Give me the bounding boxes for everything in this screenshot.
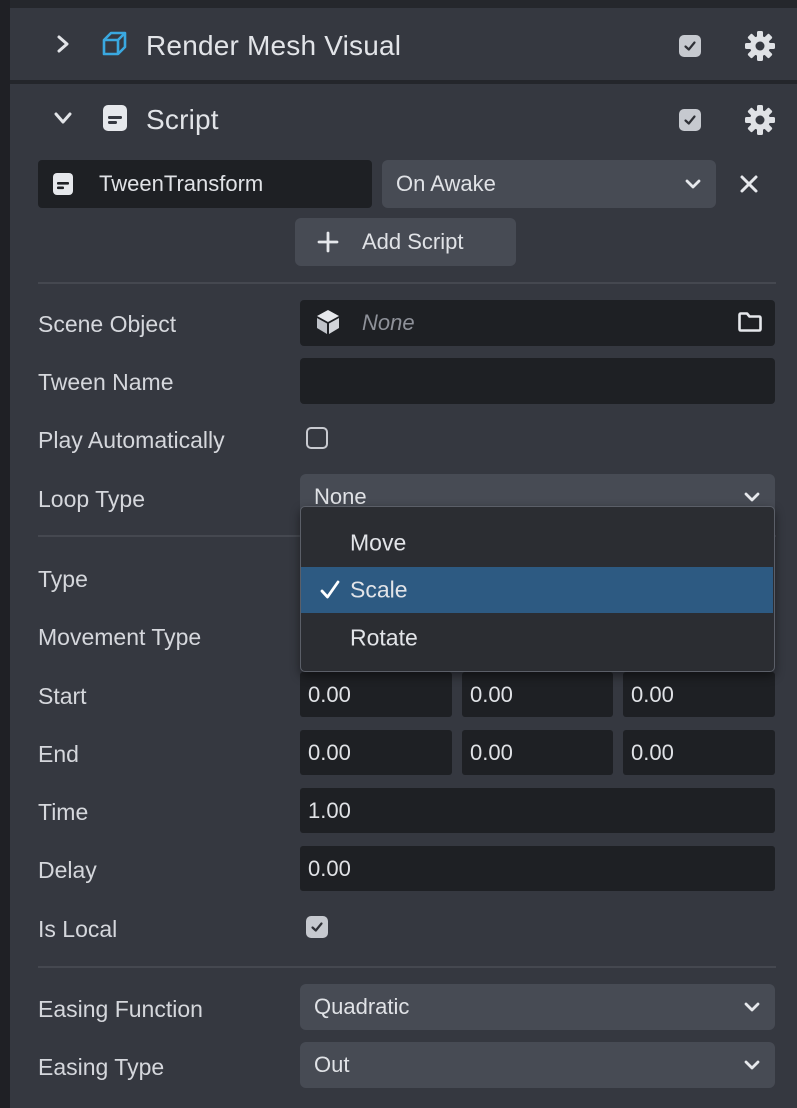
delay-input[interactable]: 0.00: [300, 846, 775, 891]
easing-type-label: Easing Type: [38, 1054, 165, 1080]
end-x-input[interactable]: 0.00: [300, 730, 452, 775]
close-icon[interactable]: [739, 174, 759, 194]
render-mesh-enabled-checkbox[interactable]: [679, 35, 701, 57]
script-event-select[interactable]: On Awake: [382, 160, 716, 208]
folder-icon[interactable]: [737, 311, 763, 333]
delay-label: Delay: [38, 857, 97, 883]
script-component-header[interactable]: Script: [10, 84, 797, 154]
type-option-label: Move: [350, 529, 407, 556]
end-y-value: 0.00: [470, 739, 513, 765]
scene-object-value: None: [362, 310, 415, 335]
checkmark-icon: [684, 41, 696, 51]
mesh-cube-icon: [102, 31, 127, 56]
chevron-down-icon[interactable]: [53, 108, 73, 128]
start-x-value: 0.00: [308, 681, 351, 707]
checkmark-icon: [311, 922, 323, 932]
checkmark-icon: [320, 580, 340, 599]
type-option-label: Rotate: [350, 624, 418, 651]
gear-icon[interactable]: [743, 29, 777, 63]
section-divider: [38, 282, 776, 284]
loop-type-label: Loop Type: [38, 486, 146, 512]
scene-object-label: Scene Object: [38, 311, 177, 337]
script-asset-field[interactable]: TweenTransform: [38, 160, 372, 208]
play-automatically-label: Play Automatically: [38, 427, 225, 453]
render-mesh-visual-title: Render Mesh Visual: [146, 30, 402, 61]
left-edge: [0, 0, 10, 1108]
chevron-down-icon: [685, 179, 701, 189]
time-input[interactable]: 1.00: [300, 788, 775, 833]
type-option-move[interactable]: Move: [301, 520, 773, 566]
start-z-input[interactable]: 0.00: [623, 672, 775, 717]
end-x-value: 0.00: [308, 739, 351, 765]
start-label: Start: [38, 683, 87, 709]
section-divider: [38, 966, 776, 968]
panel-top-strip: [10, 0, 797, 8]
script-enabled-checkbox[interactable]: [679, 109, 701, 131]
plus-icon: [317, 231, 339, 253]
type-option-scale[interactable]: Scale: [301, 567, 773, 613]
start-z-value: 0.00: [631, 681, 674, 707]
script-title: Script: [146, 104, 219, 135]
end-label: End: [38, 741, 79, 767]
script-asset-name: TweenTransform: [99, 171, 264, 196]
play-automatically-checkbox[interactable]: [306, 427, 328, 449]
add-script-button[interactable]: Add Script: [295, 218, 516, 266]
is-local-label: Is Local: [38, 916, 118, 942]
script-file-icon: [53, 173, 73, 195]
type-option-rotate[interactable]: Rotate: [301, 615, 773, 661]
scene-object-icon: [317, 310, 339, 334]
tween-name-label: Tween Name: [38, 369, 174, 395]
type-dropdown-menu: Move Scale Rotate: [300, 506, 775, 672]
add-script-label: Add Script: [362, 229, 464, 254]
tween-name-input[interactable]: [300, 358, 775, 404]
easing-type-select[interactable]: Out: [300, 1042, 775, 1088]
end-z-value: 0.00: [631, 739, 674, 765]
easing-function-label: Easing Function: [38, 996, 203, 1022]
scene-object-field[interactable]: None: [300, 300, 775, 346]
is-local-checkbox[interactable]: [306, 916, 328, 938]
end-y-input[interactable]: 0.00: [462, 730, 613, 775]
easing-function-value: Quadratic: [314, 994, 410, 1019]
type-label: Type: [38, 566, 88, 592]
time-label: Time: [38, 799, 89, 825]
script-event-value: On Awake: [396, 171, 496, 196]
delay-value: 0.00: [308, 855, 351, 881]
movement-type-label: Movement Type: [38, 624, 202, 650]
easing-type-value: Out: [314, 1052, 350, 1077]
script-file-icon: [103, 105, 127, 131]
chevron-right-icon[interactable]: [53, 34, 73, 54]
chevron-down-icon: [744, 1060, 760, 1070]
end-z-input[interactable]: 0.00: [623, 730, 775, 775]
easing-function-select[interactable]: Quadratic: [300, 984, 775, 1030]
checkmark-icon: [684, 115, 696, 125]
start-y-input[interactable]: 0.00: [462, 672, 613, 717]
start-y-value: 0.00: [470, 681, 513, 707]
chevron-down-icon: [744, 492, 760, 502]
render-mesh-visual-header[interactable]: Render Mesh Visual: [10, 10, 797, 84]
chevron-down-icon: [744, 1002, 760, 1012]
gear-icon[interactable]: [743, 103, 777, 137]
start-x-input[interactable]: 0.00: [300, 672, 452, 717]
time-value: 1.00: [308, 797, 351, 823]
type-option-label: Scale: [350, 576, 408, 603]
